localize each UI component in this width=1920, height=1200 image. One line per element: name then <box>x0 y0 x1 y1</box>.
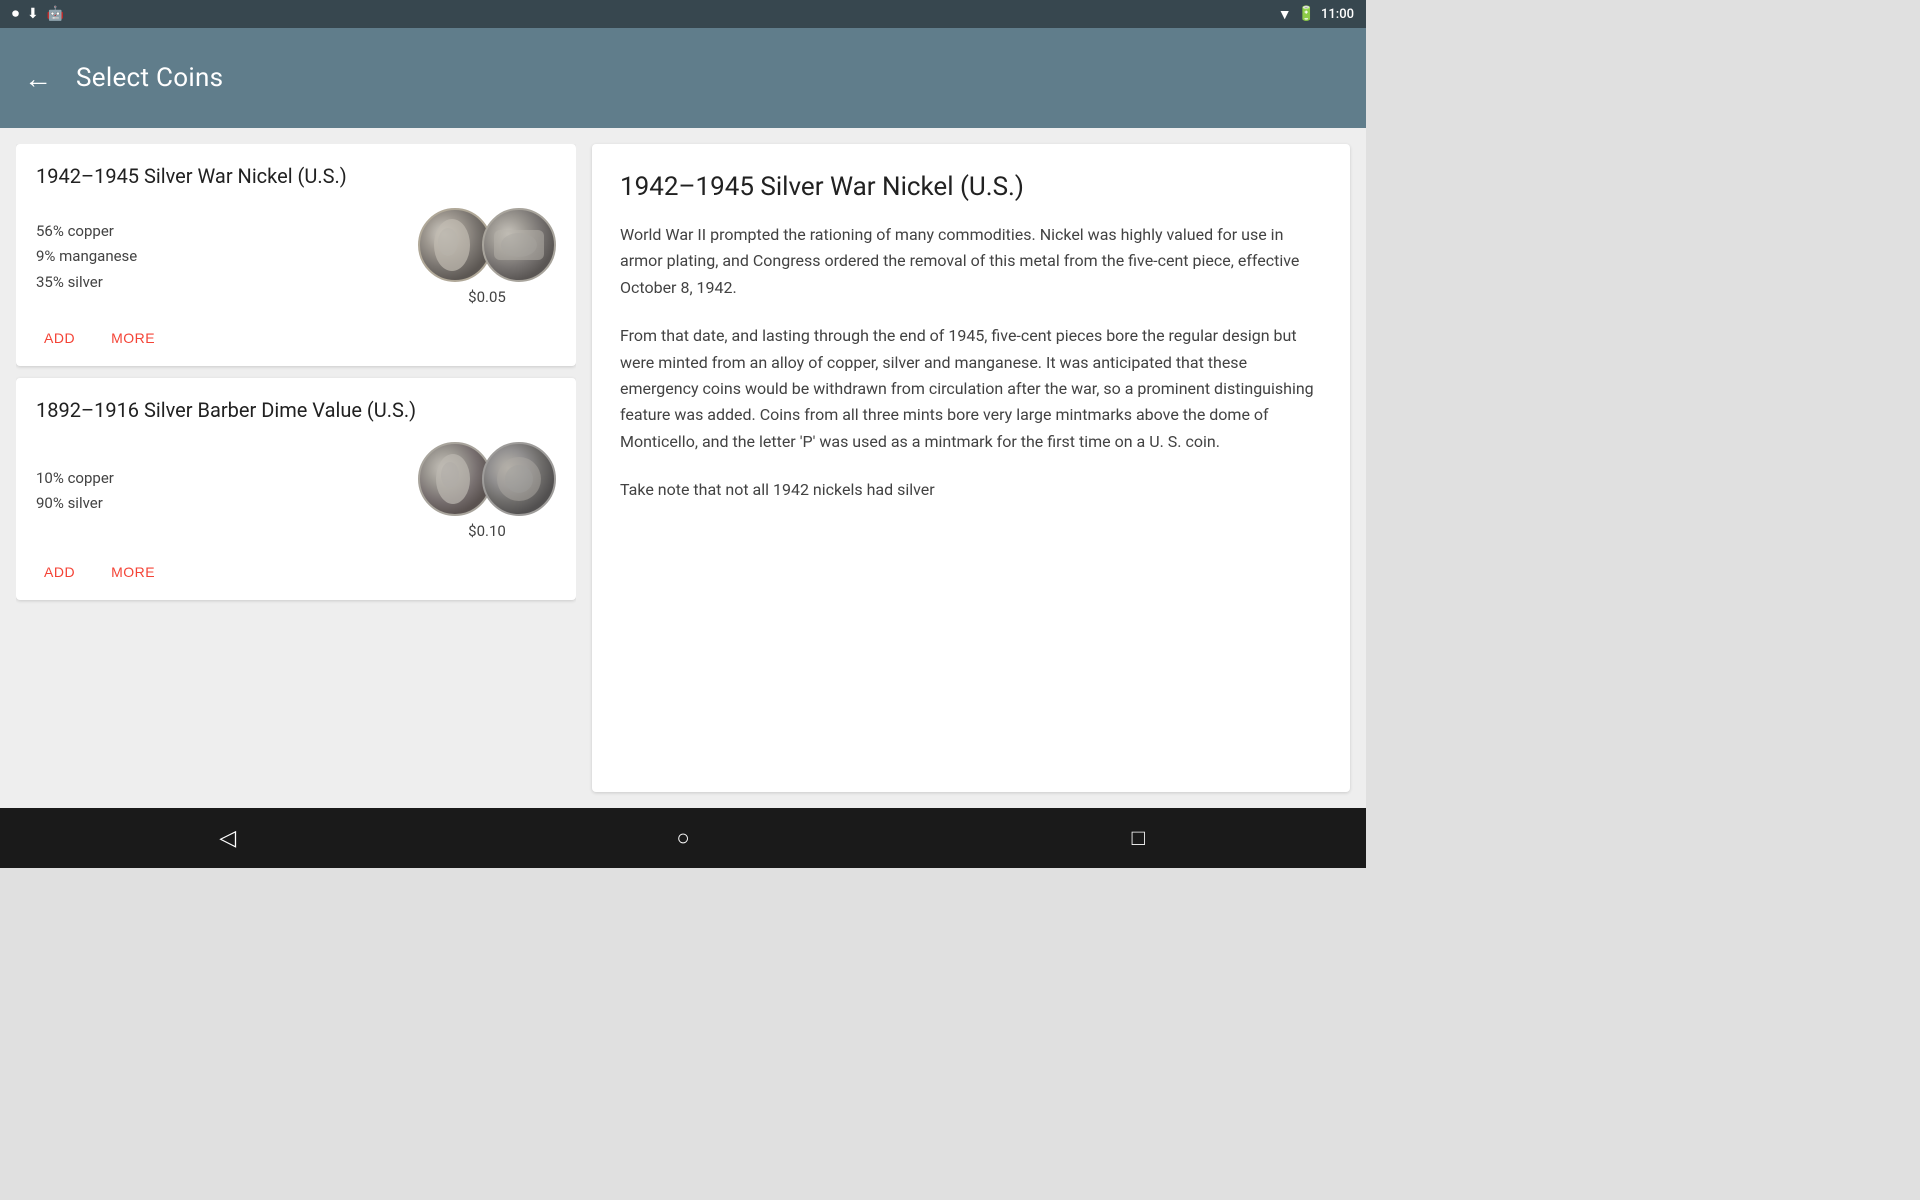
home-nav-button[interactable]: ○ <box>653 808 713 868</box>
detail-paragraph-2: From that date, and lasting through the … <box>620 323 1322 455</box>
coin-price-1: $0.05 <box>468 288 506 306</box>
coin-card-body-2: 10% copper 90% silver <box>36 442 556 540</box>
dime-reverse-icon <box>482 442 556 516</box>
coin-card-title-1: 1942–1945 Silver War Nickel (U.S.) <box>36 164 556 188</box>
dime-obverse-icon <box>418 442 492 516</box>
add-button-2[interactable]: ADD <box>36 560 83 584</box>
status-bar-left: ⏺ ⬇ 🤖 <box>12 6 64 22</box>
status-bar-right: ▼ 🔋 11:00 <box>1278 6 1354 23</box>
content-area: 1942–1945 Silver War Nickel (U.S.) 56% c… <box>0 128 1366 808</box>
app-bar: ← Select Coins <box>0 28 1366 128</box>
page-title: Select Coins <box>76 63 223 93</box>
wifi-icon: ▼ <box>1278 6 1292 23</box>
coin-price-2: $0.10 <box>468 522 506 540</box>
coin-composition-2: 10% copper 90% silver <box>36 466 114 517</box>
coin-image-area-2: $0.10 <box>418 442 556 540</box>
record-icon: ⏺ <box>12 6 19 22</box>
detail-title: 1942–1945 Silver War Nickel (U.S.) <box>620 172 1322 202</box>
coin-card-war-nickel: 1942–1945 Silver War Nickel (U.S.) 56% c… <box>16 144 576 366</box>
detail-paragraph-3: Take note that not all 1942 nickels had … <box>620 477 1322 503</box>
status-bar: ⏺ ⬇ 🤖 ▼ 🔋 11:00 <box>0 0 1366 28</box>
nickel-reverse-icon <box>482 208 556 282</box>
coin-images-2 <box>418 442 556 516</box>
recent-nav-button[interactable]: □ <box>1108 808 1168 868</box>
coin-image-area-1: $0.05 <box>418 208 556 306</box>
coin-list: 1942–1945 Silver War Nickel (U.S.) 56% c… <box>16 144 576 792</box>
detail-panel: 1942–1945 Silver War Nickel (U.S.) World… <box>592 144 1350 792</box>
battery-icon: 🔋 <box>1298 6 1315 22</box>
back-button[interactable]: ← <box>24 62 52 95</box>
coin-card-actions-1: ADD MORE <box>36 322 556 350</box>
more-button-2[interactable]: MORE <box>103 560 163 584</box>
coin-card-title-2: 1892–1916 Silver Barber Dime Value (U.S.… <box>36 398 556 422</box>
detail-paragraph-1: World War II prompted the rationing of m… <box>620 222 1322 301</box>
coin-card-barber-dime: 1892–1916 Silver Barber Dime Value (U.S.… <box>16 378 576 600</box>
clock: 11:00 <box>1321 7 1354 22</box>
coin-images-1 <box>418 208 556 282</box>
more-button-1[interactable]: MORE <box>103 326 163 350</box>
nav-bar: ◁ ○ □ <box>0 808 1366 868</box>
back-nav-button[interactable]: ◁ <box>198 808 258 868</box>
download-icon: ⬇ <box>27 6 39 22</box>
coin-card-body-1: 56% copper 9% manganese 35% silver <box>36 208 556 306</box>
add-button-1[interactable]: ADD <box>36 326 83 350</box>
coin-card-actions-2: ADD MORE <box>36 556 556 584</box>
nickel-obverse-icon <box>418 208 492 282</box>
coin-composition-1: 56% copper 9% manganese 35% silver <box>36 219 137 296</box>
android-icon: 🤖 <box>47 6 64 22</box>
